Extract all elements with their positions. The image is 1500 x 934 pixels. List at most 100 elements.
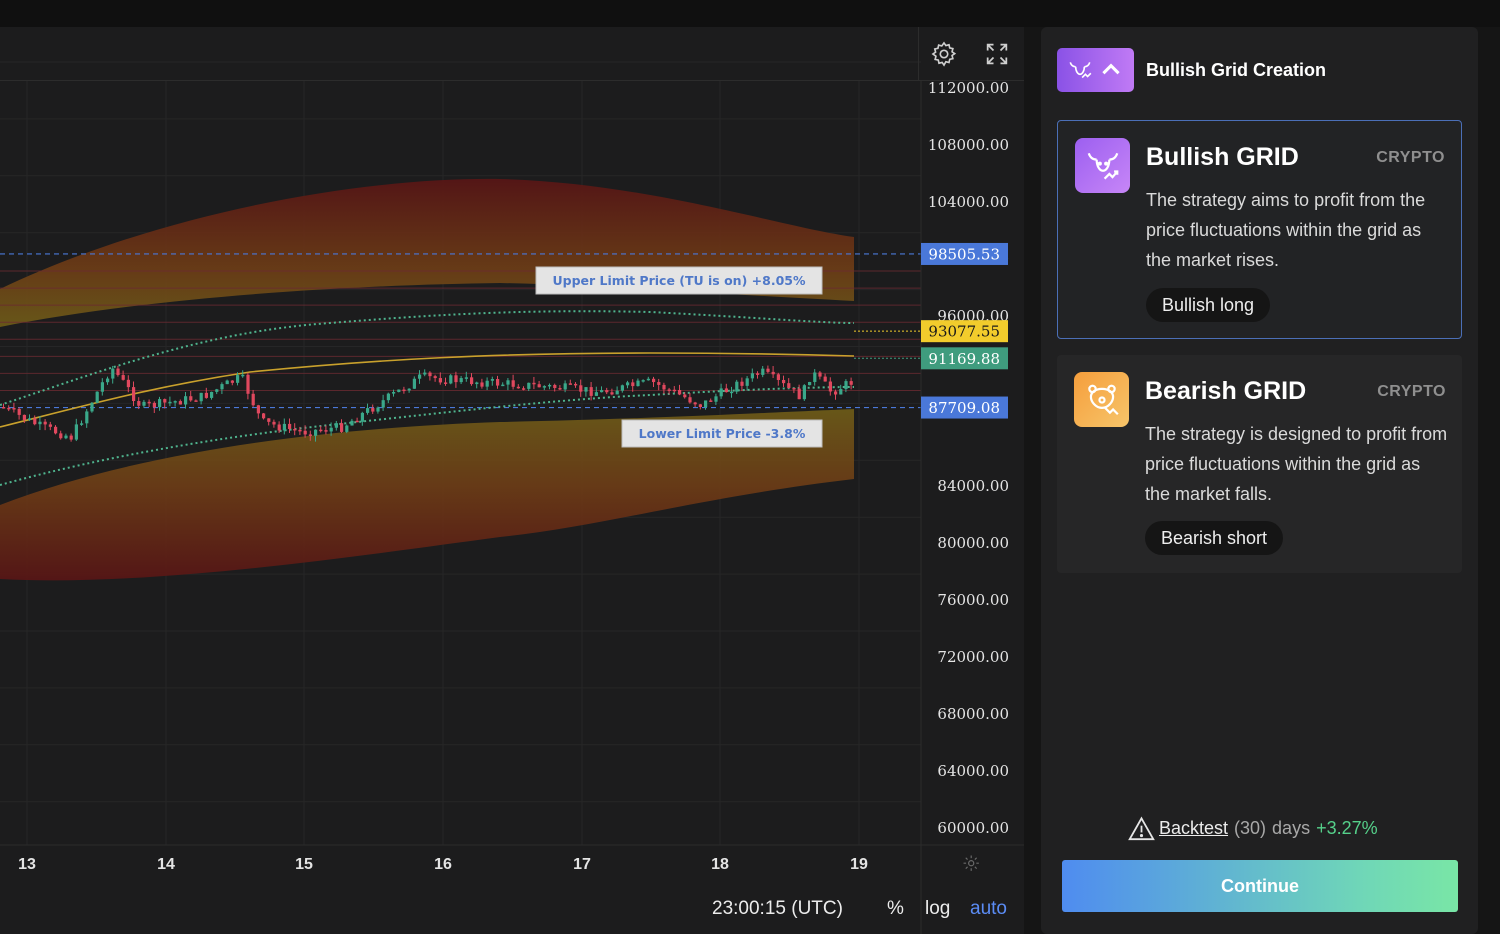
gear-icon <box>931 41 957 67</box>
candle-body <box>293 428 297 431</box>
card-category: CRYPTO <box>1377 383 1446 400</box>
candle-body <box>334 423 338 428</box>
candle-body <box>340 423 344 432</box>
candle-body <box>418 374 422 379</box>
candle-body <box>558 388 562 390</box>
bullish-grid-card[interactable]: Bullish GRID CRYPTO The strategy aims to… <box>1057 120 1462 339</box>
chart-settings-button[interactable] <box>926 37 962 71</box>
candle-body <box>792 387 796 390</box>
candle-body <box>69 435 73 440</box>
time-axis-label: 15 <box>295 856 313 873</box>
backtest-link[interactable]: Backtest <box>1159 818 1228 839</box>
candle-body <box>189 396 193 401</box>
candle-body <box>615 390 619 395</box>
candle-body <box>787 383 791 388</box>
candle-body <box>199 392 203 402</box>
candle-body <box>584 387 588 392</box>
candle-body <box>116 368 120 376</box>
candle-body <box>740 381 744 386</box>
warning-icon <box>1128 816 1155 841</box>
candle-body <box>350 420 354 426</box>
percent-scale-toggle[interactable]: % <box>887 898 904 920</box>
candle-body <box>298 429 302 432</box>
card-description: The strategy is designed to profit from … <box>1145 424 1448 504</box>
candle-body <box>215 389 219 392</box>
candle-body <box>828 381 832 392</box>
log-scale-toggle[interactable]: log <box>925 898 950 920</box>
current-price-marker: 91169.88 <box>928 350 1000 368</box>
candle-body <box>548 384 552 387</box>
candle-body <box>823 376 827 382</box>
candle-body <box>839 389 843 395</box>
candle-body <box>184 396 188 405</box>
candle-body <box>402 389 406 392</box>
bearish-grid-card[interactable]: Bearish GRID CRYPTO The strategy is desi… <box>1057 355 1462 573</box>
price-chart[interactable]: Upper Limit Price (TU is on) +8.05% Lower… <box>0 27 1024 934</box>
candle-body <box>834 391 838 395</box>
candle-body <box>85 411 89 424</box>
candle-body <box>412 378 416 389</box>
candle-body <box>688 397 692 403</box>
candle-body <box>360 412 364 422</box>
candle-body <box>204 392 208 398</box>
candle-body <box>371 408 375 412</box>
candle-body <box>64 435 68 439</box>
toolbar-divider <box>918 27 919 81</box>
candle-body <box>782 379 786 384</box>
candle-body <box>43 421 47 425</box>
creation-toggle-button[interactable] <box>1057 48 1134 92</box>
candle-body <box>589 387 593 396</box>
candle-body <box>282 423 286 431</box>
candle-body <box>464 377 468 379</box>
price-axis-label: 72000.00 <box>937 648 1009 666</box>
candle-body <box>501 384 505 387</box>
candle-body <box>288 423 292 429</box>
candle-body <box>600 390 604 393</box>
card-title: Bearish GRID <box>1145 377 1307 405</box>
candle-body <box>631 382 635 387</box>
bearish-short-chip[interactable]: Bearish short <box>1145 521 1284 555</box>
candle-body <box>210 391 214 398</box>
bullish-long-chip[interactable]: Bullish long <box>1146 288 1271 322</box>
candle-body <box>459 378 463 383</box>
candle-body <box>849 381 853 385</box>
chart-canvas[interactable]: Upper Limit Price (TU is on) +8.05% Lower… <box>0 27 1024 934</box>
expand-icon <box>986 43 1008 65</box>
candle-body <box>672 389 676 392</box>
bull-icon <box>1069 62 1092 79</box>
continue-button[interactable]: Continue <box>1062 860 1458 912</box>
candle-body <box>511 380 515 387</box>
candle-body <box>568 383 572 385</box>
candle-body <box>366 408 370 413</box>
time-axis-label: 13 <box>18 856 36 873</box>
axis-settings-icon[interactable] <box>963 855 979 871</box>
candle-body <box>797 388 801 400</box>
candle-body <box>610 392 614 395</box>
candle-body <box>345 425 349 432</box>
candle-body <box>750 373 754 379</box>
candle-body <box>48 424 52 427</box>
candle-body <box>256 405 260 414</box>
candle-body <box>59 433 63 439</box>
fullscreen-button[interactable] <box>979 37 1015 71</box>
price-axis-label: 104000.00 <box>928 193 1009 211</box>
candle-body <box>121 375 125 380</box>
candle-body <box>756 373 760 375</box>
candle-body <box>324 430 328 432</box>
candle-body <box>303 430 307 435</box>
candle-body <box>38 421 42 425</box>
candle-body <box>95 391 99 403</box>
candle-body <box>178 401 182 405</box>
candle-body <box>553 384 557 389</box>
time-axis-label: 16 <box>434 856 452 873</box>
bullish-card-icon <box>1075 138 1130 193</box>
candle-body <box>142 401 146 406</box>
auto-scale-toggle[interactable]: auto <box>970 898 1007 920</box>
candle-body <box>438 378 442 383</box>
price-axis-label: 60000.00 <box>937 819 1009 837</box>
candle-body <box>2 407 6 409</box>
candle-body <box>745 378 749 386</box>
candle-body <box>449 375 453 384</box>
candle-body <box>194 400 198 402</box>
candle-body <box>496 379 500 386</box>
